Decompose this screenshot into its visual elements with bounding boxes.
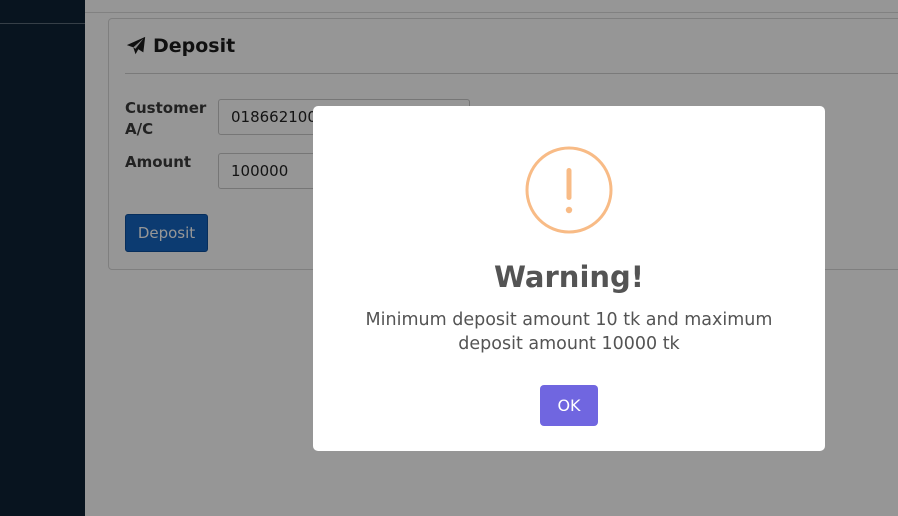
dialog-message: Minimum deposit amount 10 tk and maximum… xyxy=(365,310,773,354)
dialog-title: Warning! xyxy=(493,260,645,294)
warning-dialog: Warning! Minimum deposit amount 10 tk an… xyxy=(313,106,825,451)
ok-button[interactable]: OK xyxy=(540,385,598,426)
warning-exclamation-icon xyxy=(525,146,613,234)
